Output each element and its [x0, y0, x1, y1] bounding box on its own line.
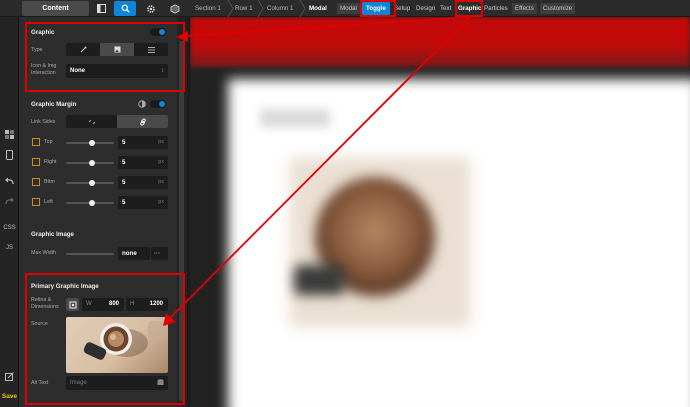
margin-side-label: Top [44, 139, 53, 145]
builder-window: Content Section 1 Row 1 Column 1 Modal M… [0, 0, 690, 407]
highlight-toggle-tab [360, 0, 396, 17]
tab-customize[interactable]: Customize [540, 3, 576, 14]
side-2-icon [32, 178, 40, 186]
structure-icon[interactable] [3, 130, 16, 143]
margin-side-label: Right [44, 159, 57, 165]
top-toolbar: Content Section 1 Row 1 Column 1 Modal M… [0, 0, 690, 17]
save-button[interactable]: Save [0, 390, 19, 404]
link-option[interactable] [117, 115, 168, 128]
chevron-right-icon [299, 0, 306, 17]
search-button[interactable] [114, 1, 136, 16]
margin-unit: px [158, 179, 164, 185]
tab-effects[interactable]: Effects [512, 3, 537, 14]
tab-setup[interactable]: Setup [394, 0, 410, 17]
css-button[interactable]: CSS [0, 225, 19, 231]
tab-particles[interactable]: Particles [484, 0, 508, 17]
breadcrumb-column[interactable]: Column 1 [267, 0, 293, 17]
margin-value: 5 [122, 199, 126, 206]
max-width-slider[interactable] [66, 253, 114, 255]
highlight-graphic-tab [455, 0, 483, 17]
breadcrumb-row[interactable]: Row 1 [235, 0, 253, 17]
side-1-icon [32, 158, 40, 166]
tab-modal[interactable]: Modal [337, 3, 360, 14]
responsive-icon[interactable] [138, 100, 146, 108]
highlight-graphic-section [25, 22, 185, 92]
max-width-input[interactable]: none [118, 247, 150, 260]
margin-value: 5 [122, 159, 126, 166]
breadcrumb-section[interactable]: Section 1 [195, 0, 221, 17]
side-3-icon [32, 198, 40, 206]
margin-section-title: Graphic Margin [31, 101, 77, 108]
search-icon [121, 4, 130, 13]
link-icon [139, 118, 146, 125]
margin-unit: px [158, 139, 164, 145]
layout-icon[interactable] [95, 2, 108, 15]
margin-value: 5 [122, 179, 126, 186]
modal-heading-placeholder [260, 109, 330, 127]
chevron-right-icon [227, 0, 234, 17]
max-width-more-button[interactable]: ··· [151, 247, 168, 260]
max-width-label: Max Width [31, 250, 57, 256]
left-rail: CSS JS [0, 17, 19, 407]
js-button[interactable]: JS [0, 245, 19, 251]
gear-icon[interactable] [144, 2, 157, 15]
margin-input[interactable]: 5 px [118, 196, 168, 209]
content-tab[interactable]: Content [22, 1, 89, 16]
cube-icon[interactable] [168, 2, 181, 15]
unlink-option[interactable] [66, 115, 117, 128]
chevron-right-icon [257, 0, 264, 17]
margin-input[interactable]: 5 px [118, 136, 168, 149]
margin-value: 5 [122, 139, 126, 146]
mobile-icon[interactable] [3, 150, 16, 163]
tab-text[interactable]: Text [440, 0, 451, 17]
highlight-primary-image [25, 273, 185, 405]
red-header-band [190, 17, 690, 67]
margin-side-label: Left [44, 199, 53, 205]
margin-unit: px [158, 199, 164, 205]
margin-input[interactable]: 5 px [118, 156, 168, 169]
link-sides-control [66, 115, 168, 128]
link-sides-label: Link Sides [31, 119, 56, 125]
margin-input[interactable]: 5 px [118, 176, 168, 189]
breadcrumb-modal[interactable]: Modal [309, 0, 327, 17]
unlink-icon [88, 119, 95, 124]
external-link-icon[interactable] [3, 372, 16, 385]
cup-handle-preview [294, 265, 344, 295]
undo-icon[interactable] [3, 177, 16, 190]
margin-unit: px [158, 159, 164, 165]
side-0-icon [32, 138, 40, 146]
graphic-image-title: Graphic Image [31, 231, 74, 238]
redo-icon[interactable] [3, 197, 16, 210]
margin-toggle[interactable] [150, 100, 166, 108]
canvas-preview[interactable] [190, 17, 690, 407]
tab-design[interactable]: Design [416, 0, 435, 17]
margin-side-label: Bttm [44, 179, 55, 185]
